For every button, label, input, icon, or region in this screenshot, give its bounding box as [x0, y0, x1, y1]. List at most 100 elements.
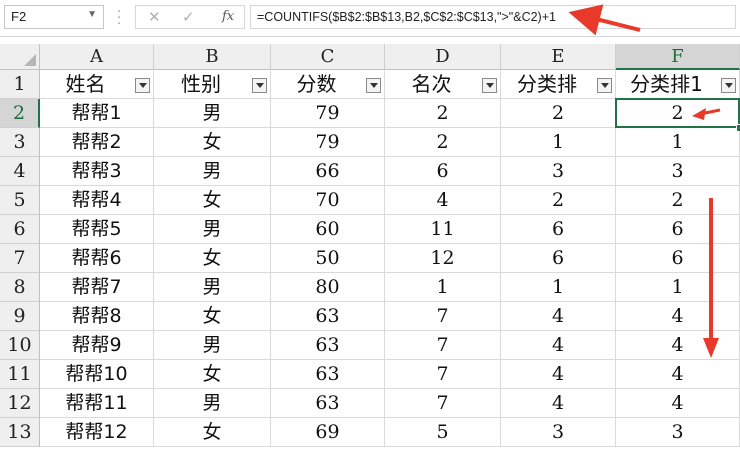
chevron-down-icon[interactable]: ▼ [87, 9, 97, 20]
row-header-4[interactable]: 4 [0, 157, 40, 186]
row-header-6[interactable]: 6 [0, 215, 40, 244]
filter-dropdown-icon[interactable] [252, 78, 267, 93]
cell-a5[interactable]: 帮帮4 [40, 186, 154, 215]
row-header-3[interactable]: 3 [0, 128, 40, 157]
cell-f11[interactable]: 4 [616, 360, 740, 389]
header-cell-b[interactable]: 性别 [154, 70, 271, 99]
cell-a2[interactable]: 帮帮1 [40, 99, 154, 128]
cancel-icon[interactable]: ✕ [148, 8, 161, 26]
cell-e8[interactable]: 1 [501, 273, 616, 302]
cell-d6[interactable]: 11 [385, 215, 501, 244]
cell-e5[interactable]: 2 [501, 186, 616, 215]
cell-e9[interactable]: 4 [501, 302, 616, 331]
column-header-d[interactable]: D [385, 44, 501, 70]
filter-dropdown-icon[interactable] [135, 78, 150, 93]
cell-b6[interactable]: 男 [154, 215, 271, 244]
fill-handle[interactable] [736, 124, 740, 132]
cell-f4[interactable]: 3 [616, 157, 740, 186]
insert-function-icon[interactable]: fx [222, 9, 234, 24]
cell-e7[interactable]: 6 [501, 244, 616, 273]
cell-f2[interactable]: 2 [616, 99, 740, 128]
cell-c2[interactable]: 79 [271, 99, 385, 128]
header-cell-e[interactable]: 分类排 [501, 70, 616, 99]
cell-c12[interactable]: 63 [271, 389, 385, 418]
row-header-1[interactable]: 1 [0, 70, 40, 99]
cell-b10[interactable]: 男 [154, 331, 271, 360]
cell-e12[interactable]: 4 [501, 389, 616, 418]
cell-e10[interactable]: 4 [501, 331, 616, 360]
header-cell-f[interactable]: 分类排1 [616, 70, 740, 99]
cell-d3[interactable]: 2 [385, 128, 501, 157]
row-header-10[interactable]: 10 [0, 331, 40, 360]
cell-e4[interactable]: 3 [501, 157, 616, 186]
row-header-8[interactable]: 8 [0, 273, 40, 302]
cell-a11[interactable]: 帮帮10 [40, 360, 154, 389]
row-header-13[interactable]: 13 [0, 418, 40, 447]
cell-c11[interactable]: 63 [271, 360, 385, 389]
cell-b4[interactable]: 男 [154, 157, 271, 186]
cell-b5[interactable]: 女 [154, 186, 271, 215]
cell-c4[interactable]: 66 [271, 157, 385, 186]
cell-b3[interactable]: 女 [154, 128, 271, 157]
cell-a4[interactable]: 帮帮3 [40, 157, 154, 186]
column-header-c[interactable]: C [271, 44, 385, 70]
cell-a13[interactable]: 帮帮12 [40, 418, 154, 447]
cell-e11[interactable]: 4 [501, 360, 616, 389]
cell-a3[interactable]: 帮帮2 [40, 128, 154, 157]
cell-d10[interactable]: 7 [385, 331, 501, 360]
cell-c5[interactable]: 70 [271, 186, 385, 215]
cell-e13[interactable]: 3 [501, 418, 616, 447]
cell-b9[interactable]: 女 [154, 302, 271, 331]
cell-a9[interactable]: 帮帮8 [40, 302, 154, 331]
cell-f5[interactable]: 2 [616, 186, 740, 215]
cell-e3[interactable]: 1 [501, 128, 616, 157]
cell-c3[interactable]: 79 [271, 128, 385, 157]
cell-a7[interactable]: 帮帮6 [40, 244, 154, 273]
cell-c13[interactable]: 69 [271, 418, 385, 447]
cell-b2[interactable]: 男 [154, 99, 271, 128]
cell-b8[interactable]: 男 [154, 273, 271, 302]
cell-a6[interactable]: 帮帮5 [40, 215, 154, 244]
cell-e2[interactable]: 2 [501, 99, 616, 128]
cell-c8[interactable]: 80 [271, 273, 385, 302]
more-options-icon[interactable]: · · · [117, 6, 121, 31]
cell-d11[interactable]: 7 [385, 360, 501, 389]
name-box[interactable]: F2 ▼ [4, 5, 104, 29]
row-header-2[interactable]: 2 [0, 99, 40, 128]
header-cell-c[interactable]: 分数 [271, 70, 385, 99]
cell-f13[interactable]: 3 [616, 418, 740, 447]
confirm-icon[interactable]: ✓ [182, 8, 195, 26]
cell-d2[interactable]: 2 [385, 99, 501, 128]
row-header-12[interactable]: 12 [0, 389, 40, 418]
cell-b13[interactable]: 女 [154, 418, 271, 447]
cell-a8[interactable]: 帮帮7 [40, 273, 154, 302]
cell-c9[interactable]: 63 [271, 302, 385, 331]
cell-d9[interactable]: 7 [385, 302, 501, 331]
cell-c6[interactable]: 60 [271, 215, 385, 244]
column-header-e[interactable]: E [501, 44, 616, 70]
row-header-7[interactable]: 7 [0, 244, 40, 273]
row-header-9[interactable]: 9 [0, 302, 40, 331]
filter-dropdown-icon[interactable] [597, 78, 612, 93]
row-header-5[interactable]: 5 [0, 186, 40, 215]
cell-d8[interactable]: 1 [385, 273, 501, 302]
cell-d4[interactable]: 6 [385, 157, 501, 186]
cell-d7[interactable]: 12 [385, 244, 501, 273]
filter-dropdown-icon[interactable] [366, 78, 381, 93]
cell-c10[interactable]: 63 [271, 331, 385, 360]
column-header-b[interactable]: B [154, 44, 271, 70]
cell-d12[interactable]: 7 [385, 389, 501, 418]
cell-f10[interactable]: 4 [616, 331, 740, 360]
header-cell-d[interactable]: 名次 [385, 70, 501, 99]
row-header-11[interactable]: 11 [0, 360, 40, 389]
cell-f7[interactable]: 6 [616, 244, 740, 273]
cell-c7[interactable]: 50 [271, 244, 385, 273]
cell-b12[interactable]: 男 [154, 389, 271, 418]
cell-d5[interactable]: 4 [385, 186, 501, 215]
filter-dropdown-icon[interactable] [721, 78, 736, 93]
cell-b7[interactable]: 女 [154, 244, 271, 273]
cell-f6[interactable]: 6 [616, 215, 740, 244]
formula-input[interactable]: =COUNTIFS($B$2:$B$13,B2,$C$2:$C$13,">"&C… [250, 5, 736, 29]
select-all-corner[interactable] [0, 44, 40, 70]
cell-f3[interactable]: 1 [616, 128, 740, 157]
